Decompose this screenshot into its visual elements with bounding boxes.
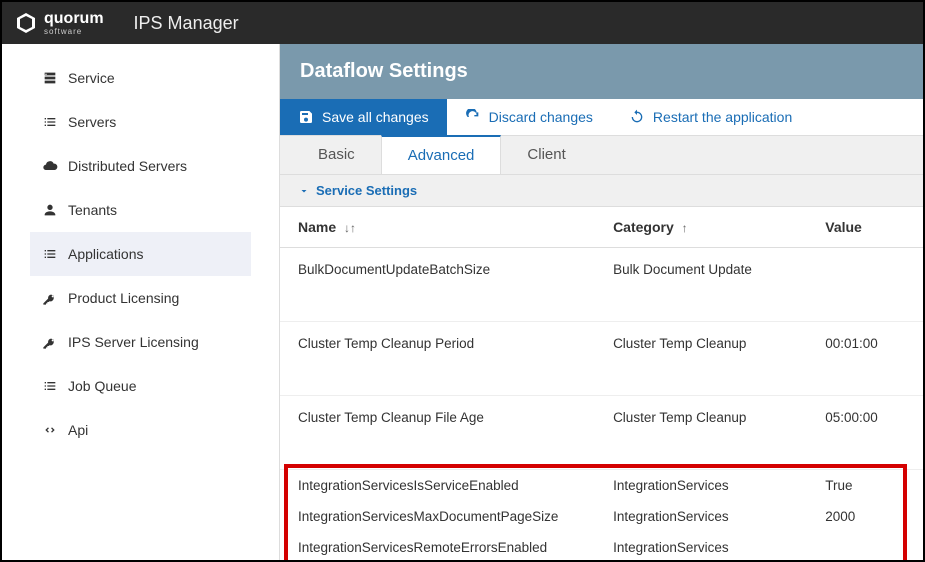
sidebar-item-applications[interactable]: Applications	[30, 232, 251, 276]
refresh-icon	[465, 109, 481, 125]
brand-subtext: software	[44, 27, 104, 36]
page-title: Dataflow Settings	[280, 44, 923, 99]
user-icon	[42, 202, 58, 218]
discard-label: Discard changes	[489, 109, 593, 125]
chevron-down-icon	[298, 185, 310, 197]
cell-category: IntegrationServices	[595, 501, 807, 532]
col-category[interactable]: Category ↑	[595, 207, 807, 248]
cloud-icon	[42, 158, 58, 174]
col-name[interactable]: Name ↓↑	[280, 207, 595, 248]
sidebar-item-label: Tenants	[68, 202, 117, 218]
cell-category: Bulk Document Update	[595, 248, 807, 322]
sidebar-item-product-licensing[interactable]: Product Licensing	[30, 276, 251, 320]
table-row[interactable]: Cluster Temp Cleanup PeriodCluster Temp …	[280, 322, 923, 396]
sidebar-item-label: Applications	[68, 246, 144, 262]
app-title: IPS Manager	[134, 13, 239, 34]
settings-table: Name ↓↑ Category ↑ Value BulkDocumentUpd…	[280, 207, 923, 560]
main-content: Dataflow Settings Save all changes Disca…	[280, 44, 923, 560]
discard-button[interactable]: Discard changes	[447, 99, 611, 135]
cell-category: IntegrationServices	[595, 470, 807, 502]
table-row[interactable]: BulkDocumentUpdateBatchSizeBulk Document…	[280, 248, 923, 322]
table-row[interactable]: Cluster Temp Cleanup File AgeCluster Tem…	[280, 396, 923, 470]
restart-button[interactable]: Restart the application	[611, 99, 810, 135]
restart-icon	[629, 109, 645, 125]
cell-name: IntegrationServicesIsServiceEnabled	[280, 470, 595, 502]
cell-value: 05:00:00	[807, 396, 923, 470]
tab-bar: BasicAdvancedClient	[280, 136, 923, 175]
sidebar-item-label: IPS Server Licensing	[68, 334, 199, 350]
sidebar-item-service[interactable]: Service	[30, 56, 251, 100]
sidebar-item-label: Api	[68, 422, 88, 438]
sidebar-item-label: Service	[68, 70, 115, 86]
code-icon	[42, 422, 58, 438]
sidebar-item-label: Servers	[68, 114, 116, 130]
cell-category: IntegrationServices	[595, 532, 807, 560]
sidebar-item-tenants[interactable]: Tenants	[30, 188, 251, 232]
quorum-logo-icon	[14, 11, 38, 35]
save-all-label: Save all changes	[322, 109, 429, 125]
list-icon	[42, 114, 58, 130]
table-row[interactable]: IntegrationServicesMaxDocumentPageSizeIn…	[280, 501, 923, 532]
cell-value: 2000	[807, 501, 923, 532]
server-icon	[42, 70, 58, 86]
save-icon	[298, 109, 314, 125]
sort-indicator-category: ↑	[682, 221, 688, 235]
key-icon	[42, 290, 58, 306]
sidebar-item-label: Distributed Servers	[68, 158, 187, 174]
cell-name: BulkDocumentUpdateBatchSize	[280, 248, 595, 322]
toolbar: Save all changes Discard changes Restart…	[280, 99, 923, 136]
app-header: quorum software IPS Manager	[2, 2, 923, 44]
table-row[interactable]: IntegrationServicesIsServiceEnabledInteg…	[280, 470, 923, 502]
cell-category: Cluster Temp Cleanup	[595, 322, 807, 396]
sidebar-item-api[interactable]: Api	[30, 408, 251, 452]
list-icon	[42, 246, 58, 262]
cell-name: IntegrationServicesMaxDocumentPageSize	[280, 501, 595, 532]
cell-category: Cluster Temp Cleanup	[595, 396, 807, 470]
restart-label: Restart the application	[653, 109, 792, 125]
cell-name: IntegrationServicesRemoteErrorsEnabled	[280, 532, 595, 560]
sidebar-item-label: Job Queue	[68, 378, 137, 394]
cell-value	[807, 532, 923, 560]
col-value[interactable]: Value	[807, 207, 923, 248]
tab-basic[interactable]: Basic	[292, 136, 381, 174]
sidebar-item-distributed-servers[interactable]: Distributed Servers	[30, 144, 251, 188]
section-title: Service Settings	[316, 183, 417, 198]
cell-value: True	[807, 470, 923, 502]
key-icon	[42, 334, 58, 350]
save-all-button[interactable]: Save all changes	[280, 99, 447, 135]
cell-name: Cluster Temp Cleanup File Age	[280, 396, 595, 470]
tab-client[interactable]: Client	[501, 136, 591, 174]
sidebar: Service Servers Distributed Servers Tenants…	[2, 44, 280, 560]
tab-advanced[interactable]: Advanced	[381, 135, 502, 174]
sidebar-item-job-queue[interactable]: Job Queue	[30, 364, 251, 408]
cell-value	[807, 248, 923, 322]
sidebar-item-servers[interactable]: Servers	[30, 100, 251, 144]
brand-logo: quorum software	[14, 10, 104, 36]
section-header[interactable]: Service Settings	[280, 175, 923, 207]
sort-indicator-name: ↓↑	[344, 221, 356, 235]
sidebar-item-label: Product Licensing	[68, 290, 179, 306]
cell-name: Cluster Temp Cleanup Period	[280, 322, 595, 396]
table-header-row: Name ↓↑ Category ↑ Value	[280, 207, 923, 248]
sidebar-item-ips-server-licensing[interactable]: IPS Server Licensing	[30, 320, 251, 364]
settings-table-wrap: Name ↓↑ Category ↑ Value BulkDocumentUpd…	[280, 207, 923, 560]
brand-name: quorum	[44, 10, 104, 27]
cell-value: 00:01:00	[807, 322, 923, 396]
table-row[interactable]: IntegrationServicesRemoteErrorsEnabledIn…	[280, 532, 923, 560]
list-icon	[42, 378, 58, 394]
